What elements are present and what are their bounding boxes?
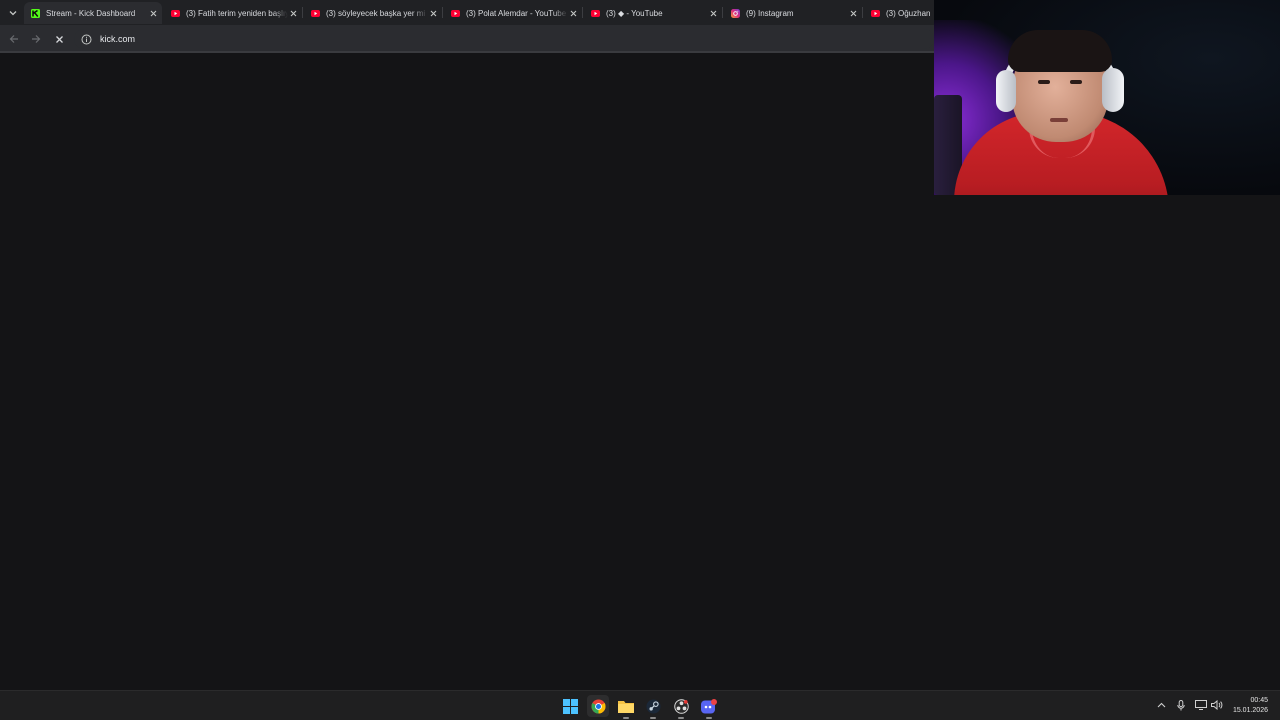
kick-icon bbox=[31, 8, 40, 18]
loading-progress-bar bbox=[0, 51, 934, 53]
youtube-icon bbox=[871, 9, 880, 18]
discord-icon[interactable] bbox=[698, 695, 720, 719]
tab-title: (3) söyleyecek başka yer mi y bbox=[326, 8, 428, 18]
youtube-icon bbox=[311, 9, 320, 18]
tab-youtube-oguzhan[interactable]: (3) Oğuzhan Uğ bbox=[864, 2, 936, 24]
display-icon[interactable] bbox=[1194, 698, 1208, 712]
arrow-left-icon bbox=[9, 35, 18, 43]
obs-icon[interactable] bbox=[670, 695, 692, 719]
close-icon[interactable] bbox=[708, 8, 718, 18]
tab-separator bbox=[862, 7, 863, 18]
windows-taskbar: 00:45 15.01.2026 bbox=[0, 690, 1280, 720]
tab-kick-dashboard[interactable]: Stream - Kick Dashboard bbox=[24, 2, 162, 24]
youtube-icon bbox=[171, 9, 180, 18]
url-input[interactable] bbox=[100, 34, 500, 44]
close-icon[interactable] bbox=[148, 8, 158, 18]
youtube-icon bbox=[451, 9, 460, 18]
arrow-right-icon bbox=[32, 35, 41, 43]
tab-title: (3) Polat Alemdar - YouTube bbox=[466, 8, 567, 18]
left-eye bbox=[1038, 80, 1050, 84]
headset-left-cup bbox=[996, 70, 1016, 112]
system-clock[interactable]: 00:45 15.01.2026 bbox=[1233, 696, 1268, 716]
instagram-icon bbox=[731, 8, 740, 18]
tab-separator bbox=[442, 7, 443, 18]
right-eye bbox=[1070, 80, 1082, 84]
webcam-overlay bbox=[934, 0, 1280, 195]
tab-youtube-polat-alemdar[interactable]: (3) Polat Alemdar - YouTube bbox=[444, 2, 582, 24]
clock-time: 00:45 bbox=[1250, 697, 1268, 704]
chrome-icon[interactable] bbox=[587, 695, 609, 717]
windows-start-icon[interactable] bbox=[559, 695, 581, 717]
steam-icon[interactable] bbox=[642, 695, 664, 719]
tab-separator bbox=[582, 7, 583, 18]
close-icon[interactable] bbox=[848, 8, 858, 18]
youtube-icon bbox=[591, 9, 600, 18]
forward-button[interactable] bbox=[28, 31, 44, 47]
clock-date: 15.01.2026 bbox=[1232, 707, 1268, 714]
close-icon bbox=[55, 35, 63, 43]
tab-title: (3) Fatih terim yeniden başlıy bbox=[186, 8, 288, 18]
stop-loading-button[interactable] bbox=[51, 31, 67, 47]
file-explorer-icon[interactable] bbox=[615, 695, 637, 719]
speaker-icon[interactable] bbox=[1210, 698, 1224, 712]
site-info-icon[interactable] bbox=[80, 33, 92, 45]
close-icon[interactable] bbox=[428, 8, 438, 18]
tab-youtube-fatih-terim[interactable]: (3) Fatih terim yeniden başlıy bbox=[164, 2, 302, 24]
tab-search-button[interactable] bbox=[5, 5, 21, 21]
chevron-down-icon bbox=[9, 11, 17, 16]
tab-title: (9) Instagram bbox=[746, 8, 794, 18]
chevron-up-icon[interactable] bbox=[1154, 698, 1168, 712]
hair bbox=[1008, 30, 1112, 72]
close-icon[interactable] bbox=[568, 8, 578, 18]
tab-instagram[interactable]: (9) Instagram bbox=[724, 2, 862, 24]
tab-title: Stream - Kick Dashboard bbox=[46, 8, 136, 18]
tab-separator bbox=[302, 7, 303, 18]
address-bar[interactable] bbox=[74, 29, 934, 49]
tab-youtube-soyleyecek[interactable]: (3) söyleyecek başka yer mi y bbox=[304, 2, 442, 24]
headset-right-cup bbox=[1102, 68, 1124, 112]
tab-separator bbox=[722, 7, 723, 18]
tab-youtube-diamond[interactable]: (3) ◆ - YouTube bbox=[584, 2, 722, 24]
close-icon[interactable] bbox=[288, 8, 298, 18]
tab-title: (3) Oğuzhan Uğ bbox=[886, 8, 932, 18]
tab-title: (3) ◆ - YouTube bbox=[606, 8, 663, 18]
back-button[interactable] bbox=[6, 31, 22, 47]
mouth bbox=[1050, 118, 1068, 122]
microphone-icon[interactable] bbox=[1174, 698, 1188, 712]
